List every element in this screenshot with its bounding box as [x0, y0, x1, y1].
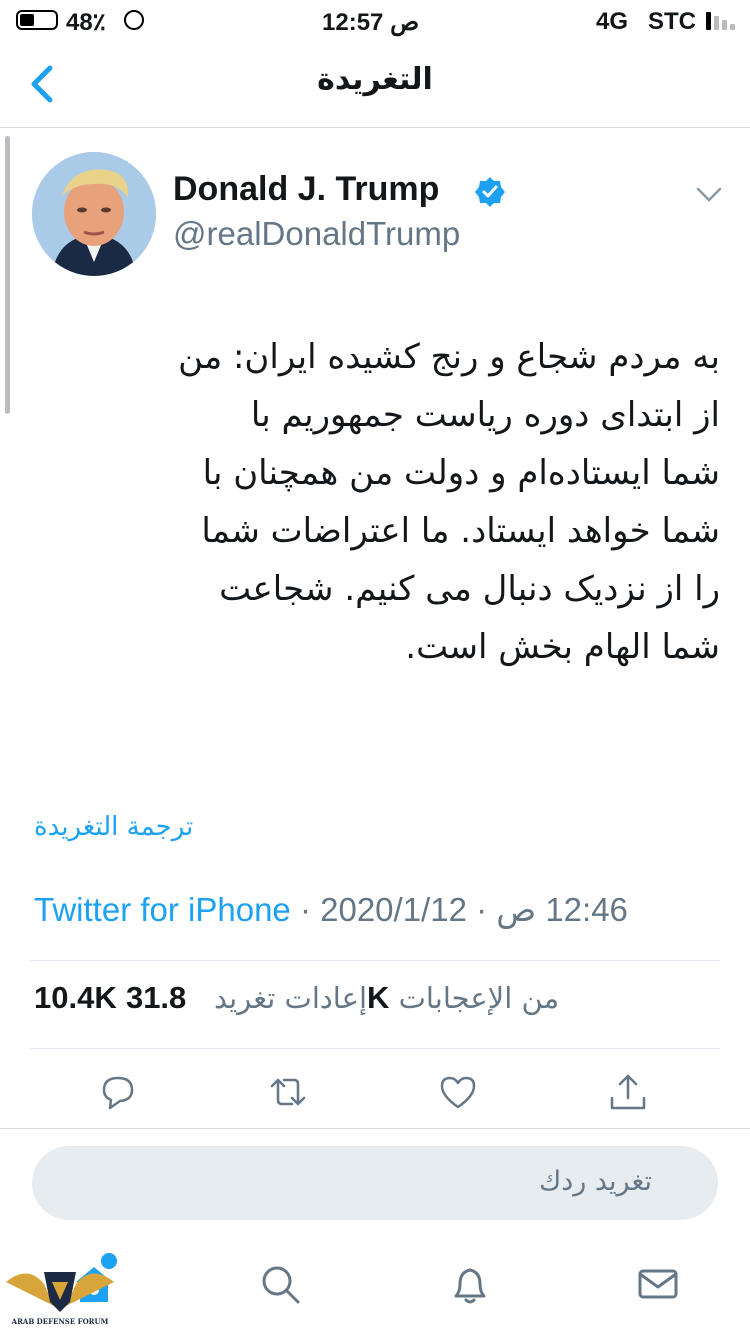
meta-separator: ·	[290, 891, 321, 928]
battery-icon	[16, 10, 58, 30]
watermark-text: ARAB DEFENSE FORUM	[11, 1317, 109, 1326]
share-icon[interactable]	[606, 1070, 650, 1114]
tweet-text-line: شما ایستاده‌ام و دولت من همچنان با	[202, 453, 720, 493]
status-bar: 48٪ 12:57 ص 4G STC	[0, 0, 750, 40]
retweet-icon[interactable]	[266, 1070, 310, 1114]
signal-icon	[706, 10, 740, 30]
messages-icon[interactable]	[636, 1262, 680, 1306]
header-divider	[0, 127, 750, 128]
translate-tweet-link[interactable]: ترجمة التغريدة	[34, 812, 193, 842]
meta-separator: ·	[466, 891, 497, 928]
search-icon[interactable]	[258, 1262, 302, 1306]
author-handle[interactable]: @realDonaldTrump	[173, 215, 460, 253]
tweet-stats: 10.4K إعادات تغريد 31.8K من الإعجابات	[34, 980, 559, 1016]
retweets-stat[interactable]: 10.4K إعادات تغريد	[34, 980, 367, 1015]
retweets-count: 10.4K	[34, 980, 117, 1015]
bell-icon[interactable]	[448, 1262, 492, 1306]
verified-badge-icon	[475, 177, 505, 207]
tweet-meta: Twitter for iPhone · 2020/1/12 · 12:46 ص	[34, 890, 628, 929]
author-name[interactable]: Donald J. Trump	[173, 170, 439, 209]
orientation-lock-icon	[124, 10, 144, 30]
reply-placeholder: تغريد ردك	[538, 1166, 652, 1197]
likes-label: من الإعجابات	[398, 981, 560, 1015]
network-type: 4G	[596, 8, 629, 35]
watermark-icon: ARAB DEFENSE FORUM	[6, 1272, 114, 1326]
tweet-text: به مردم شجاع و رنج کشیده ایران: من از اب…	[30, 328, 720, 676]
tweet-text-line: از ابتدای دوره ریاست جمهوریم با	[250, 395, 720, 435]
like-heart-icon[interactable]	[436, 1070, 480, 1114]
divider	[30, 1048, 720, 1049]
retweets-label: إعادات تغريد	[213, 981, 367, 1015]
divider	[30, 960, 720, 961]
scroll-indicator[interactable]	[5, 136, 10, 414]
reply-icon[interactable]	[96, 1070, 140, 1114]
tweet-text-line: را از نزدیک دنبال می کنیم. شجاعت	[219, 569, 720, 609]
avatar-image	[32, 152, 156, 276]
divider	[0, 1128, 750, 1129]
tweet-text-line: به مردم شجاع و رنج کشیده ایران: من	[178, 337, 720, 377]
page-title: التغريدة	[317, 62, 433, 97]
status-time: 12:57 ص	[322, 9, 420, 36]
carrier-name: STC	[648, 8, 696, 35]
avatar[interactable]	[32, 152, 156, 276]
watermark-logo: ARAB DEFENSE FORUM	[4, 1262, 116, 1332]
tweet-text-line: شما خواهد ایستاد. ما اعتراضات شما	[201, 511, 720, 551]
tweet-source-link[interactable]: Twitter for iPhone	[34, 891, 291, 928]
tweet-time: 12:46 ص	[496, 891, 628, 928]
tweet-text-line: شما الهام بخش است.	[405, 627, 720, 667]
battery-percent: 48٪	[66, 9, 106, 36]
reply-input[interactable]: تغريد ردك	[32, 1146, 718, 1220]
tweet-date: 2020/1/12	[320, 891, 467, 928]
chevron-down-icon[interactable]	[696, 186, 722, 204]
